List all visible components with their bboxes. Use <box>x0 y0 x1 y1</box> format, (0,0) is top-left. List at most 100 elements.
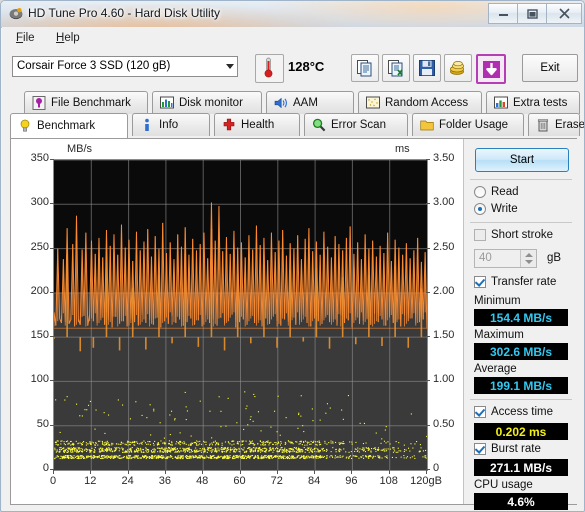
titlebar: HD Tune Pro 4.60 - Hard Disk Utility <box>1 1 584 28</box>
download-arrow-icon[interactable] <box>476 54 506 84</box>
y2-axis-tick <box>426 159 430 160</box>
minimize-button[interactable] <box>488 3 518 24</box>
x-axis-tick <box>239 470 241 474</box>
x-axis-tick <box>90 470 92 474</box>
tab-label: Disk monitor <box>179 97 243 109</box>
tab-benchmark[interactable]: Benchmark <box>10 113 128 138</box>
tab-disk-monitor[interactable]: Disk monitor <box>152 91 262 114</box>
extra-tests-icon <box>494 96 508 109</box>
x-axis-tick-label: 72 <box>270 475 283 487</box>
checkbox-short-stroke-indicator[interactable] <box>474 229 486 241</box>
y2-axis-tick <box>426 380 430 382</box>
radio-read[interactable]: Read <box>474 186 519 198</box>
y2-axis-tick <box>426 291 430 293</box>
stepper-up-icon[interactable] <box>525 253 533 257</box>
info-icon <box>145 118 149 131</box>
gold-coins-icon[interactable] <box>444 54 472 82</box>
tab-label: Benchmark <box>37 120 96 132</box>
tab-aam[interactable]: AAM <box>266 91 354 114</box>
burst-rate-value: 271.1 MB/s <box>474 459 568 476</box>
x-axis-tick-label: 0 <box>49 475 57 487</box>
tab-file-benchmark[interactable]: File Benchmark <box>24 91 148 114</box>
x-axis-tick-label: 48 <box>196 475 209 487</box>
tab-extra-tests[interactable]: Extra tests <box>486 91 580 114</box>
tab-label: Health <box>241 119 275 131</box>
y-axis-tick <box>50 336 54 338</box>
x-axis-tick <box>426 470 427 474</box>
disk-monitor-icon <box>160 96 174 109</box>
benchmark-panel: MB/s ms 0 50 100 150 200 250 300 350 0 0.50 1.00 1… <box>10 138 578 510</box>
x-axis-tick-label: 12 <box>84 475 97 487</box>
tab-random-access[interactable]: Random Access <box>358 91 482 114</box>
checkbox-short-stroke[interactable]: Short stroke <box>474 229 553 241</box>
radio-write-label: Write <box>491 203 518 215</box>
y-axis-tick-label: 300 <box>30 196 49 209</box>
y-axis-tick <box>50 424 54 426</box>
checkbox-access-time-indicator[interactable] <box>474 406 486 418</box>
stepper-buttons[interactable] <box>520 250 536 267</box>
magnifier-icon <box>312 118 326 132</box>
tab-label: File Benchmark <box>51 97 131 109</box>
menu-file[interactable]: File <box>10 31 41 45</box>
checkbox-transfer-rate[interactable]: Transfer rate <box>474 276 556 288</box>
maximum-value: 302.6 MB/s <box>474 343 568 360</box>
x-axis-tick-label: 24 <box>121 475 134 487</box>
start-button[interactable]: Start <box>475 148 569 172</box>
radio-write-indicator[interactable] <box>474 203 486 215</box>
tab-folder-usage[interactable]: Folder Usage <box>412 113 524 136</box>
window-controls <box>488 3 582 24</box>
checkbox-burst-rate-indicator[interactable] <box>474 443 486 455</box>
x-axis-tick-label: 108 <box>379 475 398 487</box>
tab-erase[interactable]: Erase <box>528 113 584 136</box>
y2-axis-tick-label: 2.00 <box>433 284 455 297</box>
x-axis-tick-label: 60 <box>233 475 246 487</box>
tab-error-scan[interactable]: Error Scan <box>304 113 408 136</box>
hd-tune-window: HD Tune Pro 4.60 - Hard Disk Utility Fil… <box>0 0 585 512</box>
maximize-button[interactable] <box>517 3 547 24</box>
tab-label: Extra tests <box>513 97 568 109</box>
x-axis-tick <box>388 470 390 474</box>
drive-select[interactable]: Corsair Force 3 SSD (120 gB) <box>12 56 238 77</box>
exit-button[interactable]: Exit <box>522 54 578 82</box>
y2-axis-tick-label: 0.50 <box>433 417 455 430</box>
x-axis-tick <box>202 470 204 474</box>
short-stroke-unit: gB <box>547 252 562 264</box>
file-benchmark-icon <box>32 96 46 110</box>
cpu-usage-value: 4.6% <box>474 493 568 510</box>
y-axis-tick-label: 350 <box>30 152 49 164</box>
tab-row-top: File Benchmark Disk monitor AAM Random A… <box>2 91 584 115</box>
average-value: 199.1 MB/s <box>474 377 568 394</box>
y-axis-tick <box>50 203 54 205</box>
health-cross-icon <box>223 118 235 131</box>
lightbulb-icon <box>20 119 30 132</box>
close-button[interactable] <box>546 3 582 24</box>
drive-select-value: Corsair Force 3 SSD (120 gB) <box>17 60 171 72</box>
tab-label: AAM <box>293 97 318 109</box>
average-label: Average <box>474 363 517 375</box>
copy-icon[interactable] <box>351 54 379 82</box>
y-axis-tick-label: 50 <box>36 417 49 430</box>
save-icon[interactable] <box>413 54 441 82</box>
minimum-value: 154.4 MB/s <box>474 309 568 326</box>
radio-read-indicator[interactable] <box>474 186 486 198</box>
checkbox-access-time-label: Access time <box>491 406 553 418</box>
tab-label: Erase <box>555 119 585 131</box>
y2-axis-tick-label: 3.50 <box>433 152 455 164</box>
x-axis-tick <box>314 470 316 474</box>
checkbox-access-time[interactable]: Access time <box>474 406 553 418</box>
y2-axis-tick <box>426 424 430 426</box>
menu-help[interactable]: Help <box>50 31 86 45</box>
checkbox-transfer-rate-indicator[interactable] <box>474 276 486 288</box>
short-stroke-stepper[interactable]: 40 <box>474 249 537 268</box>
radio-write[interactable]: Write <box>474 203 518 215</box>
checkbox-burst-rate[interactable]: Burst rate <box>474 443 541 455</box>
copy-to-excel-icon[interactable] <box>382 54 410 82</box>
tab-health[interactable]: Health <box>214 113 300 136</box>
y2-axis-tick-label: 0 <box>433 462 440 474</box>
chevron-down-icon <box>226 64 234 69</box>
x-axis-tick-label: 36 <box>158 475 172 487</box>
y-axis-tick <box>50 247 54 249</box>
random-access-icon <box>366 96 380 109</box>
stepper-down-icon[interactable] <box>525 260 533 264</box>
tab-info[interactable]: Info <box>132 113 210 136</box>
